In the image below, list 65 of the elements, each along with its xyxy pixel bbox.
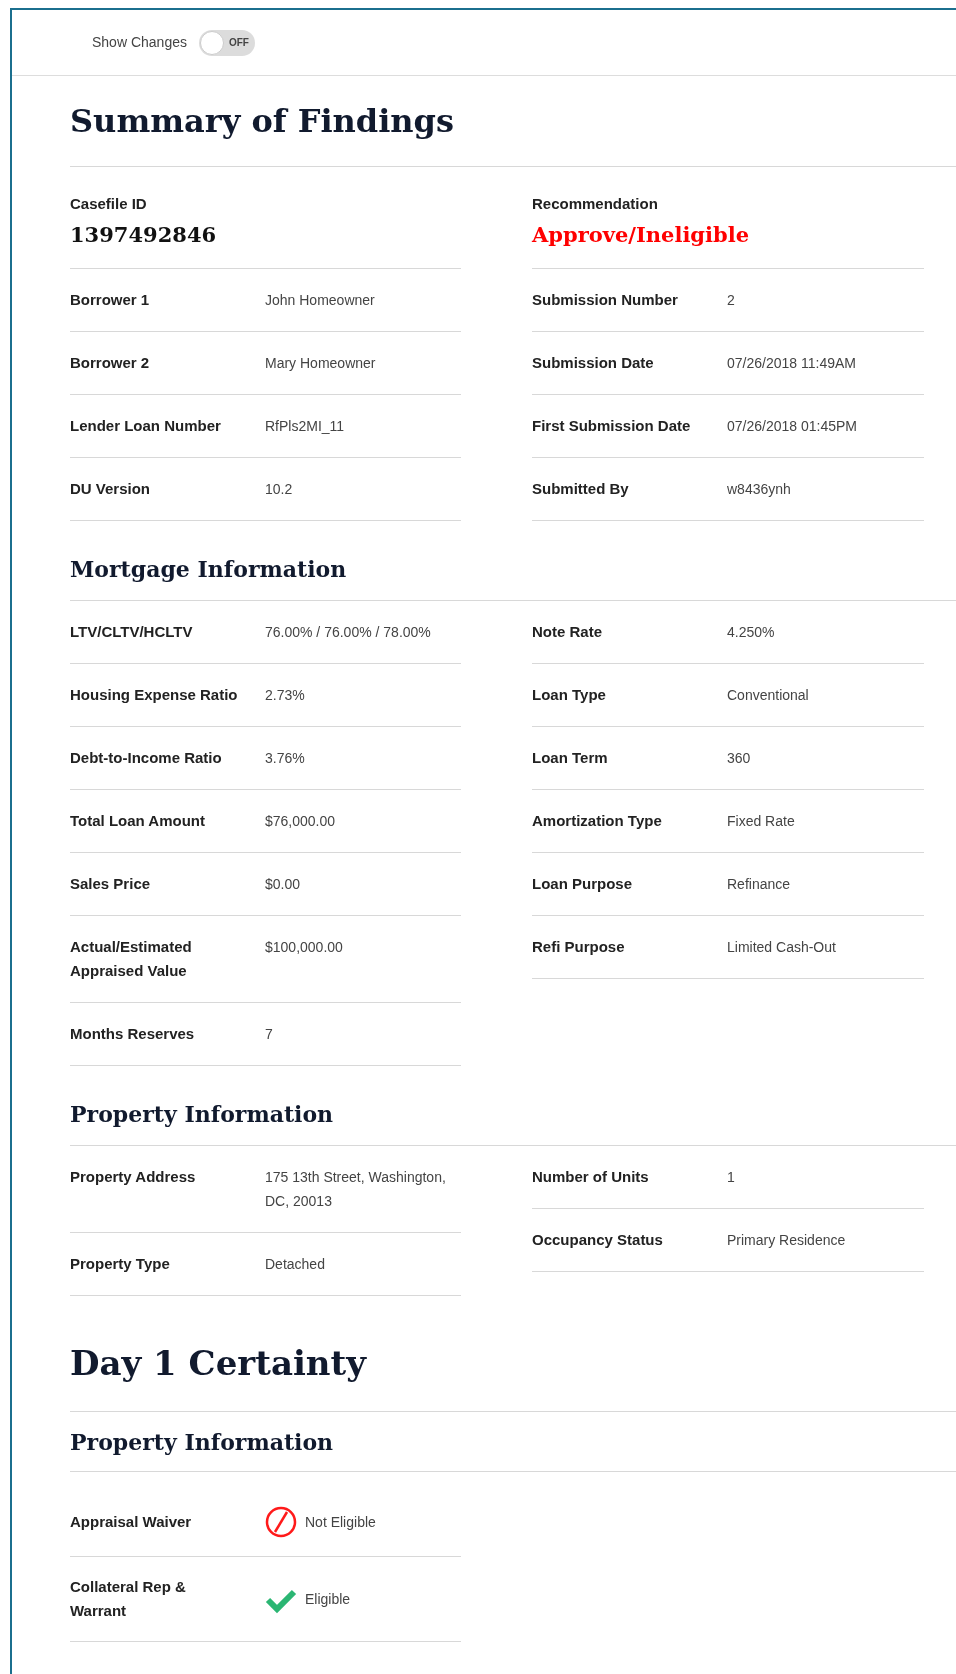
recommendation-value: Approve/Ineligible (532, 221, 751, 249)
field-value: John Homeowner (265, 291, 376, 310)
field-label: Amortization Type (532, 811, 663, 831)
field-value: Fixed Rate (727, 812, 796, 831)
field-label: DU Version (70, 479, 152, 499)
field-label: Submission Number (532, 290, 679, 310)
field-value: $0.00 (265, 875, 302, 894)
field-value: w8436ynh (727, 480, 792, 499)
field-label: Refi Purpose (532, 937, 626, 957)
field-label: Loan Term (532, 748, 609, 768)
field-value: Conventional (727, 686, 810, 705)
status-text: Eligible (305, 1589, 351, 1609)
field-label: Borrower 1 (70, 290, 151, 310)
section-heading: Day 1 Certainty (70, 1342, 368, 1385)
field-value: 76.00% / 76.00% / 78.00% (265, 623, 432, 642)
status-text: Not Eligible (305, 1512, 376, 1532)
field-label: Months Reserves (70, 1024, 196, 1044)
field-label: Note Rate (532, 622, 603, 642)
field-label: Sales Price (70, 874, 152, 894)
toggle-label: Show Changes (92, 33, 187, 52)
field-value: 1 (727, 1168, 736, 1187)
field-label: Occupancy Status (532, 1230, 664, 1250)
field-label: Casefile ID (70, 194, 148, 214)
field-value: 10.2 (265, 480, 294, 499)
field-value: 360 (727, 749, 752, 768)
field-label: Lender Loan Number (70, 416, 222, 436)
field-label: Total Loan Amount (70, 811, 206, 831)
field-label: First Submission Date (532, 416, 692, 436)
section-heading: Property Information (70, 1428, 335, 1457)
field-value: Limited Cash-Out (727, 938, 837, 957)
field-label: Number of Units (532, 1167, 650, 1187)
field-value: Refinance (727, 875, 792, 894)
field-label: Collateral Rep & Warrant (70, 1577, 187, 1621)
field-value: 175 13th Street, Washington, DC, 20013 (265, 1168, 447, 1211)
field-value: $76,000.00 (265, 812, 337, 831)
field-label: LTV/CLTV/HCLTV (70, 622, 194, 642)
field-label: Submitted By (532, 479, 630, 499)
field-label: Recommendation (532, 194, 659, 214)
field-label: Loan Purpose (532, 874, 633, 894)
field-label: Borrower 2 (70, 353, 151, 373)
field-value: 2 (727, 291, 736, 310)
field-value: 2.73% (265, 686, 306, 705)
casefile-id: 1397492846 (70, 221, 218, 249)
toggle-switch[interactable]: OFF (198, 29, 255, 56)
field-value: Detached (265, 1255, 326, 1274)
field-value: Mary Homeowner (265, 354, 377, 373)
field-value: 07/26/2018 11:49AM (727, 354, 857, 373)
field-value: $100,000.00 (265, 938, 344, 957)
field-value: 4.250% (727, 623, 776, 642)
field-label: Submission Date (532, 353, 655, 373)
section-heading: Property Information (70, 1100, 335, 1129)
field-label: Property Type (70, 1254, 171, 1274)
field-label: Actual/Estimated Appraised Value (70, 937, 193, 981)
field-label: Property Address (70, 1167, 197, 1187)
field-value: Primary Residence (727, 1231, 847, 1250)
field-label: Housing Expense Ratio (70, 685, 239, 705)
section-heading: Mortgage Information (70, 555, 348, 584)
field-value: 07/26/2018 01:45PM (727, 417, 858, 436)
field-value: 3.76% (265, 749, 306, 768)
field-value: RfPls2MI_11 (265, 417, 346, 436)
section-heading: Summary of Findings (70, 101, 455, 142)
field-label: Appraisal Waiver (70, 1512, 193, 1532)
field-label: Debt-to-Income Ratio (70, 748, 223, 768)
field-value: 7 (265, 1025, 274, 1044)
field-label: Loan Type (532, 685, 607, 705)
